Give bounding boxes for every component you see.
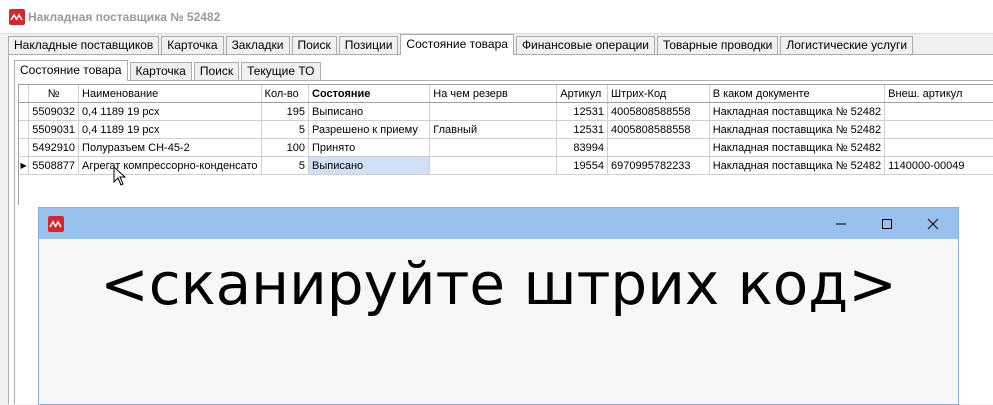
cell-ext-article[interactable] <box>884 120 993 139</box>
cell-article[interactable]: 83994 <box>556 138 609 157</box>
window-titlebar: Накладная поставщика № 52482 <box>0 0 993 34</box>
current-row-indicator-icon: ▶ <box>19 156 30 175</box>
cell-ext-article[interactable]: 1140000-00049 <box>884 156 993 175</box>
dialog-titlebar[interactable] <box>39 208 958 239</box>
cell-number[interactable]: 5509032 <box>28 102 80 121</box>
barcode-scan-dialog: <сканируйте штрих код> <box>38 207 959 405</box>
cell-ext-article[interactable] <box>884 102 993 121</box>
cell-qty[interactable]: 5 <box>261 156 310 175</box>
window-title: Накладная поставщика № 52482 <box>28 10 221 24</box>
cell-state-selected[interactable]: Выписано <box>308 156 431 175</box>
cell-document[interactable]: Накладная поставщика № 52482 <box>709 120 886 139</box>
cell-state[interactable]: Разрешено к приему <box>308 120 431 139</box>
cell-article[interactable]: 19554 <box>556 156 609 175</box>
cell-number[interactable]: 5492910 <box>28 138 80 157</box>
cell-reserve[interactable]: Главный <box>429 120 558 139</box>
cell-name[interactable]: Агрегат компрессорно-конденсато <box>78 156 262 175</box>
cell-document[interactable]: Накладная поставщика № 52482 <box>709 156 886 175</box>
cell-document[interactable]: Накладная поставщика № 52482 <box>709 138 886 157</box>
tab-financial-operations[interactable]: Финансовые операции <box>515 36 655 54</box>
subtab-search[interactable]: Поиск <box>193 62 240 80</box>
cell-number[interactable]: 5508877 <box>28 156 80 175</box>
cell-name[interactable]: 0,4 1189 19 рсх <box>78 102 262 121</box>
cell-barcode[interactable]: 6970995782233 <box>607 156 710 175</box>
cell-reserve[interactable] <box>429 138 558 157</box>
cell-qty[interactable]: 100 <box>261 138 310 157</box>
column-header-state[interactable]: Состояние <box>308 85 431 103</box>
cell-state[interactable]: Принято <box>308 138 431 157</box>
cell-ext-article[interactable] <box>884 138 993 157</box>
sub-tab-strip: Состояние товара Карточка Поиск Текущие … <box>14 60 323 81</box>
column-header-barcode[interactable]: Штрих-Код <box>607 85 710 103</box>
cell-barcode[interactable]: 4005808588558 <box>607 102 710 121</box>
cell-article[interactable]: 12531 <box>556 102 609 121</box>
close-icon <box>927 218 939 230</box>
maximize-icon <box>882 219 892 230</box>
tab-search[interactable]: Поиск <box>291 36 337 54</box>
cell-qty[interactable]: 5 <box>261 120 310 139</box>
cell-barcode[interactable]: 4005808588558 <box>607 120 710 139</box>
row-indicator-header <box>19 85 30 103</box>
column-header-article[interactable]: Артикул <box>556 85 609 103</box>
column-header-number[interactable]: № <box>28 85 80 103</box>
cell-number[interactable]: 5509031 <box>28 120 80 139</box>
tab-logistics-services[interactable]: Логистические услуги <box>780 36 914 54</box>
table-row[interactable]: 5509032 0,4 1189 19 рсх 195 Выписано 125… <box>19 102 993 121</box>
column-header-ext-article[interactable]: Внеш. артикул <box>884 85 993 103</box>
subtab-goods-state[interactable]: Состояние товара <box>14 60 128 81</box>
row-indicator <box>19 102 30 121</box>
tab-positions[interactable]: Позиции <box>338 36 399 54</box>
maximize-button[interactable] <box>864 208 910 239</box>
cell-document[interactable]: Накладная поставщика № 52482 <box>709 102 886 121</box>
minimize-icon <box>836 223 846 225</box>
tab-bookmarks[interactable]: Закладки <box>225 36 290 54</box>
app-logo-icon <box>9 9 25 25</box>
row-indicator <box>19 138 30 157</box>
subtab-current-to[interactable]: Текущие ТО <box>241 62 321 80</box>
tab-goods-postings[interactable]: Товарные проводки <box>656 36 779 54</box>
close-button[interactable] <box>910 208 956 239</box>
column-header-qty[interactable]: Кол-во <box>261 85 310 103</box>
mouse-cursor-icon <box>113 165 127 189</box>
cell-reserve[interactable] <box>429 102 558 121</box>
column-header-reserve[interactable]: На чем резерв <box>429 85 558 103</box>
cell-reserve[interactable] <box>429 156 558 175</box>
goods-state-grid[interactable]: № Наименование Кол-во Состояние На чем р… <box>18 84 993 205</box>
tab-supplier-invoices[interactable]: Накладные поставщиков <box>8 36 160 54</box>
app-logo-icon <box>48 216 64 232</box>
cell-qty[interactable]: 195 <box>261 102 310 121</box>
column-header-document[interactable]: В каком документе <box>709 85 886 103</box>
cell-barcode[interactable] <box>607 138 710 157</box>
tab-card[interactable]: Карточка <box>161 36 224 54</box>
main-tab-strip: Накладные поставщиков Карточка Закладки … <box>8 33 915 55</box>
cell-name[interactable]: Полуразъем СН-45-2 <box>78 138 262 157</box>
cell-state[interactable]: Выписано <box>308 102 431 121</box>
cell-article[interactable]: 12531 <box>556 120 609 139</box>
column-header-name[interactable]: Наименование <box>78 85 262 103</box>
table-row[interactable]: 5509031 0,4 1189 19 рсх 5 Разрешено к пр… <box>19 120 993 139</box>
minimize-button[interactable] <box>818 208 864 239</box>
table-row-current[interactable]: ▶ 5508877 Агрегат компрессорно-конденсат… <box>19 156 993 175</box>
cell-name[interactable]: 0,4 1189 19 рсх <box>78 120 262 139</box>
scan-barcode-prompt: <сканируйте штрих код> <box>100 250 897 318</box>
subtab-card[interactable]: Карточка <box>129 62 192 80</box>
tab-goods-state[interactable]: Состояние товара <box>400 34 514 55</box>
table-row[interactable]: 5492910 Полуразъем СН-45-2 100 Принято 8… <box>19 138 993 157</box>
grid-header-row: № Наименование Кол-во Состояние На чем р… <box>19 85 993 103</box>
row-indicator <box>19 120 30 139</box>
